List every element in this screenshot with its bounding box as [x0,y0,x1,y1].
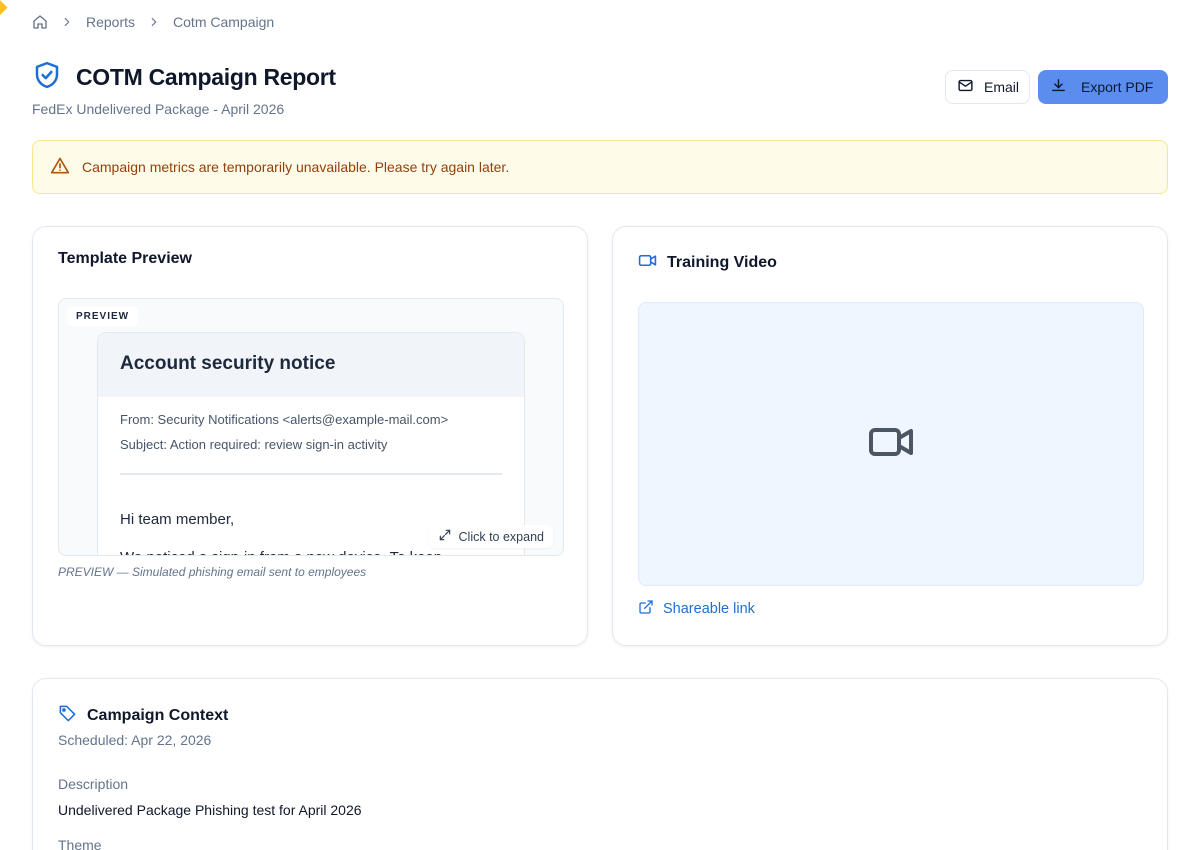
email-preview-frame[interactable]: Account security notice From: Security N… [58,298,564,556]
template-preview-card: Template Preview Account security notice… [32,226,588,646]
chevron-right-icon [60,15,74,29]
campaign-context-title: Campaign Context [87,707,229,724]
email-from: From: Security Notifications <alerts@exa… [120,412,449,427]
description-value: Undelivered Package Phishing test for Ap… [58,802,362,818]
alert-message: Campaign metrics are temporarily unavail… [82,159,510,175]
email-heading: Account security notice [98,333,524,397]
tag-icon [58,704,77,728]
template-preview-title: Template Preview [58,250,192,267]
corner-accent [0,0,8,18]
external-link-icon [638,599,654,619]
click-to-expand-button[interactable]: Click to expand [428,525,553,548]
expand-label: Click to expand [458,529,544,544]
campaign-context-card: Campaign Context Scheduled: Apr 22, 2026… [32,678,1168,850]
shareable-link[interactable]: Shareable link [638,599,755,619]
preview-tag: PREVIEW [67,307,139,326]
scheduled-date: Scheduled: Apr 22, 2026 [58,732,212,748]
email-button-label: Email [983,79,1019,95]
home-icon[interactable] [32,14,48,30]
breadcrumb-reports[interactable]: Reports [86,14,135,30]
export-pdf-button[interactable]: Export PDF [1038,70,1168,104]
mail-icon [957,77,974,97]
email-mock: Account security notice From: Security N… [97,332,525,555]
video-placeholder-icon [867,418,915,471]
training-video-card: Training Video Shareable link [612,226,1168,646]
video-player[interactable] [638,302,1144,586]
shareable-link-label: Shareable link [663,601,755,617]
description-label: Description [58,776,129,792]
shield-check-icon [32,60,62,95]
metrics-warning-alert: Campaign metrics are temporarily unavail… [32,140,1168,194]
email-subject: Subject: Action required: review sign-in… [120,437,388,452]
page-title: COTM Campaign Report [76,64,336,90]
download-icon [1050,77,1067,97]
training-video-title: Training Video [667,254,777,271]
video-icon [638,251,657,275]
export-pdf-button-label: Export PDF [1081,79,1154,95]
email-button[interactable]: Email [944,70,1030,104]
theme-label: Theme [58,837,102,850]
breadcrumb-current: Cotm Campaign [173,14,275,30]
chevron-right-icon [147,15,161,29]
breadcrumb: Reports Cotm Campaign [32,12,274,32]
preview-caption: PREVIEW — Simulated phishing email sent … [58,565,367,579]
expand-icon [438,528,452,545]
warning-icon [50,156,70,179]
page-header: COTM Campaign Report FedEx Undelivered P… [32,60,1168,120]
